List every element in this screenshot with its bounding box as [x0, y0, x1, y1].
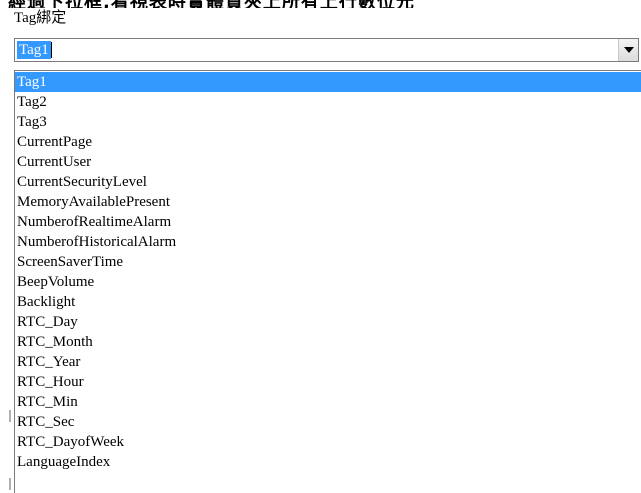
- list-item-tag3[interactable]: Tag3: [15, 112, 641, 132]
- edge-tick: [9, 478, 11, 490]
- list-item-rtc-sec[interactable]: RTC_Sec: [15, 412, 641, 432]
- list-item-currentpage[interactable]: CurrentPage: [15, 132, 641, 152]
- list-item-numberofhistoricalalarm[interactable]: NumberofHistoricalAlarm: [15, 232, 641, 252]
- list-item-rtc-dayofweek[interactable]: RTC_DayofWeek: [15, 432, 641, 452]
- list-item-rtc-month[interactable]: RTC_Month: [15, 332, 641, 352]
- edge-tick: [9, 410, 11, 422]
- clipped-heading: 經過下拉框,看視表時實體資夾上所有上行數位元: [0, 0, 641, 8]
- dropdown-toggle-button[interactable]: [618, 39, 638, 61]
- list-item-tag2[interactable]: Tag2: [15, 92, 641, 112]
- list-item-rtc-day[interactable]: RTC_Day: [15, 312, 641, 332]
- list-item-rtc-min[interactable]: RTC_Min: [15, 392, 641, 412]
- list-item-numberofrealtimealarm[interactable]: NumberofRealtimeAlarm: [15, 212, 641, 232]
- list-item-screensavertime[interactable]: ScreenSaverTime: [15, 252, 641, 272]
- list-item-backlight[interactable]: Backlight: [15, 292, 641, 312]
- list-item-rtc-hour[interactable]: RTC_Hour: [15, 372, 641, 392]
- list-item-currentuser[interactable]: CurrentUser: [15, 152, 641, 172]
- tag-dropdown-list[interactable]: Tag1 Tag2 Tag3 CurrentPage CurrentUser C…: [14, 70, 641, 493]
- chevron-down-icon: [623, 47, 634, 53]
- tag-combobox[interactable]: Tag1: [14, 38, 639, 62]
- clipped-heading-text: 經過下拉框,看視表時實體資夾上所有上行數位元: [8, 0, 415, 8]
- tag-binding-label: Tag綁定: [14, 10, 67, 26]
- list-item-rtc-year[interactable]: RTC_Year: [15, 352, 641, 372]
- list-item-memoryavailablepresent[interactable]: MemoryAvailablePresent: [15, 192, 641, 212]
- list-item-languageindex[interactable]: LanguageIndex: [15, 452, 641, 472]
- list-item-tag1[interactable]: Tag1: [15, 72, 641, 92]
- list-item-beepvolume[interactable]: BeepVolume: [15, 272, 641, 292]
- combo-selected-value[interactable]: Tag1: [17, 41, 52, 59]
- list-item-currentsecuritylevel[interactable]: CurrentSecurityLevel: [15, 172, 641, 192]
